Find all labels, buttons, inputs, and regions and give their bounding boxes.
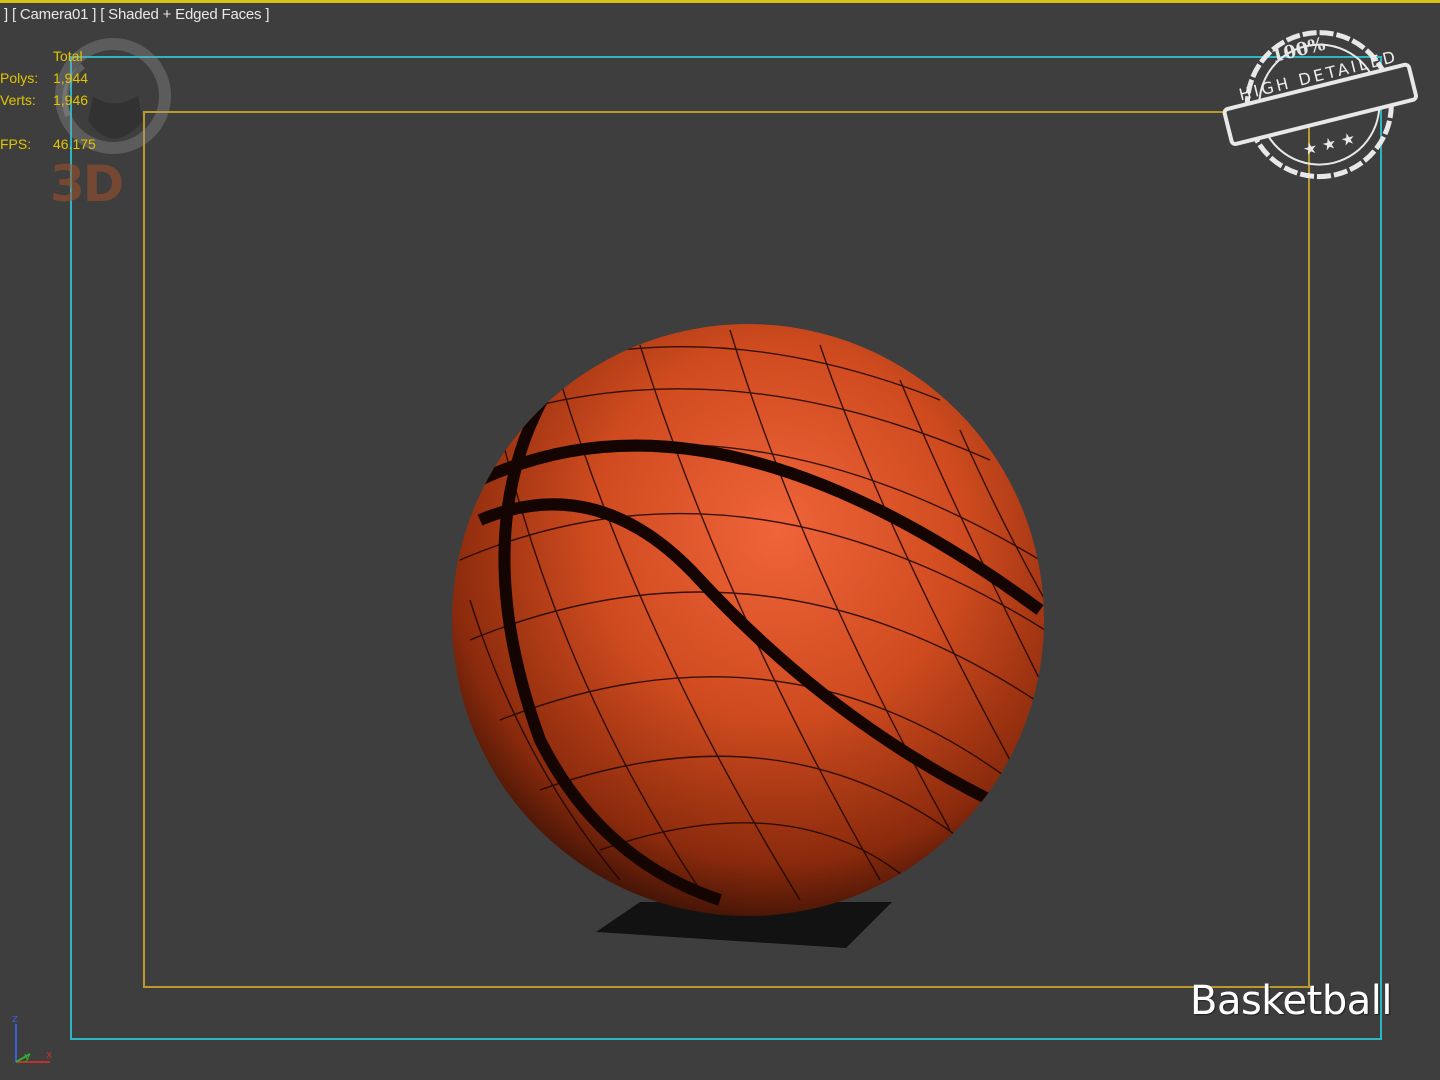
basketball-model[interactable] bbox=[0, 0, 1440, 1080]
model-caption: Basketball bbox=[1190, 978, 1392, 1024]
axis-z-label: z bbox=[12, 1012, 18, 1025]
axis-x-label: x bbox=[46, 1048, 53, 1061]
axis-y-label: y bbox=[24, 1050, 31, 1063]
viewport-camera01[interactable]: ] [ Camera01 ] [ Shaded + Edged Faces ] … bbox=[0, 0, 1440, 1080]
axis-tripod-icon: z y x bbox=[12, 1012, 53, 1063]
